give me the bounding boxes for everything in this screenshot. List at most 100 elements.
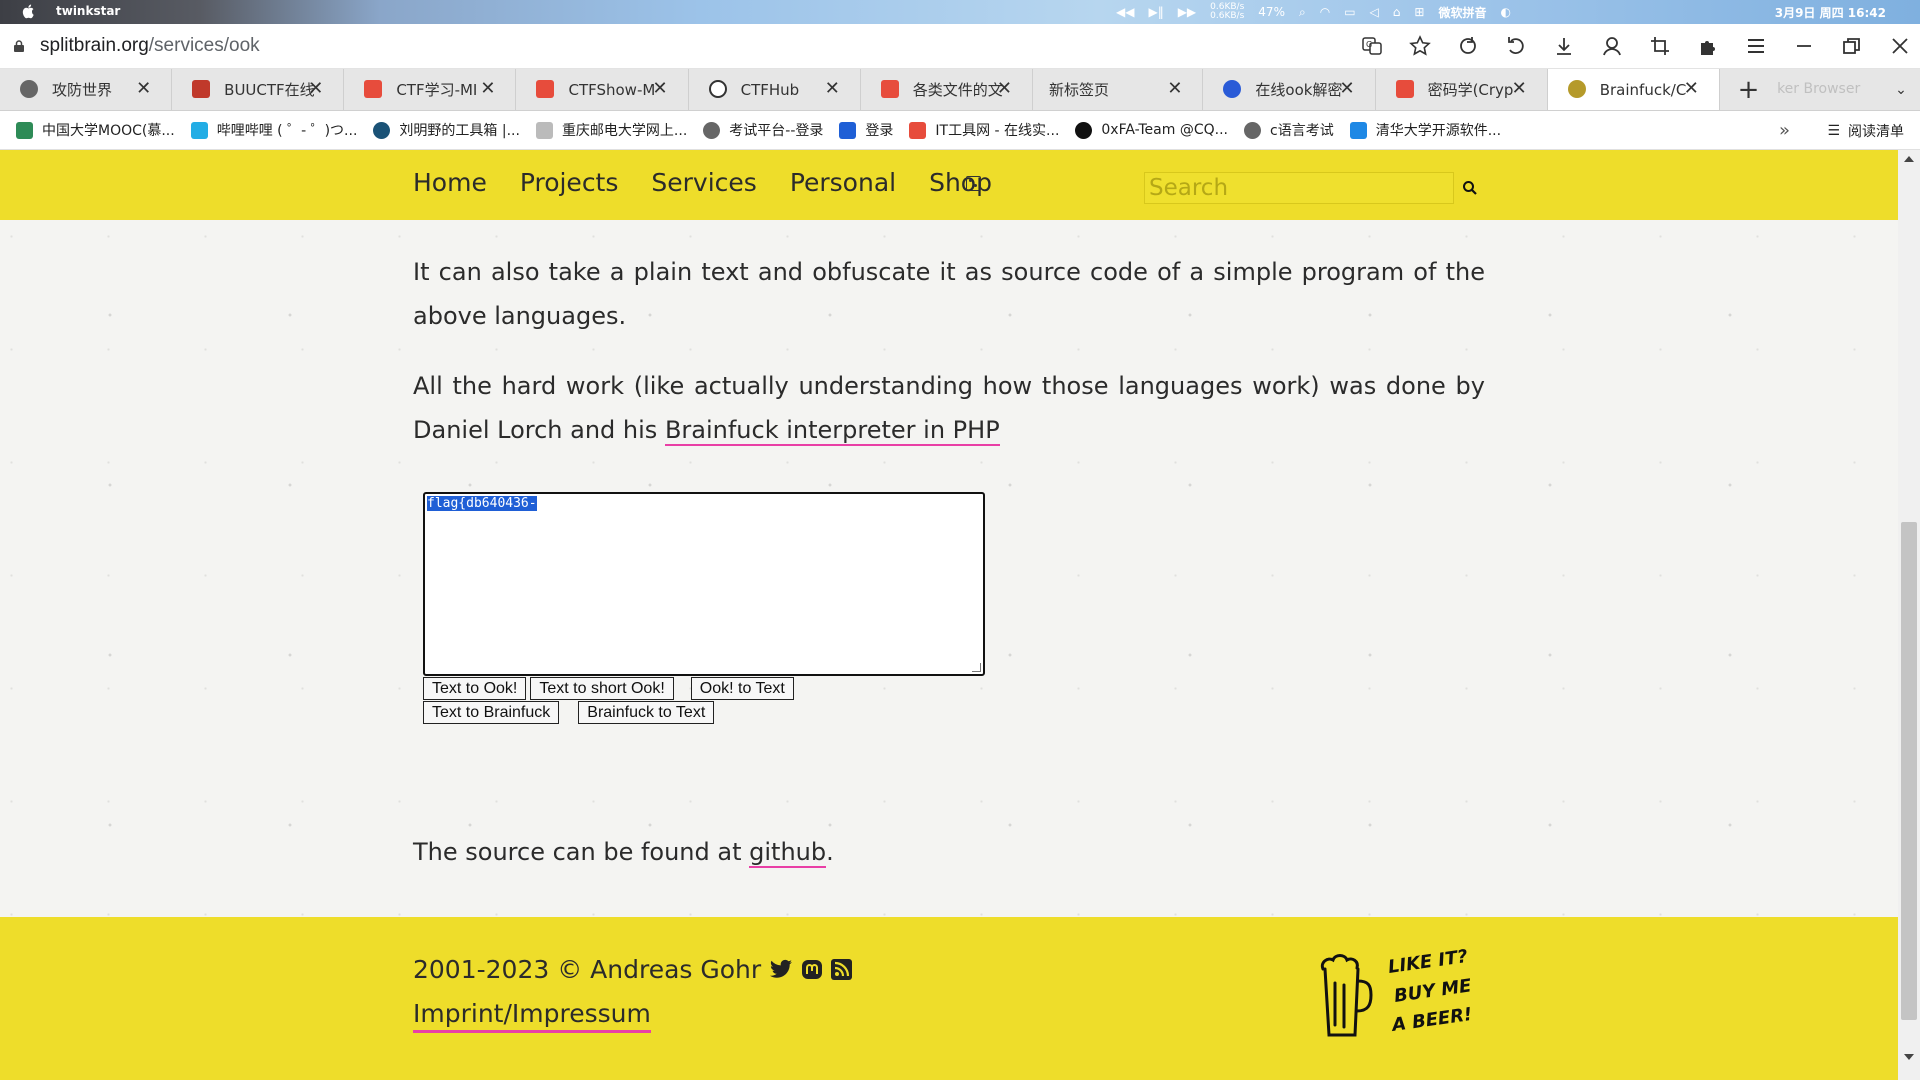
lock-icon[interactable] xyxy=(14,40,24,52)
reading-list-button[interactable]: ☰ 阅读清单 xyxy=(1827,121,1904,141)
browser-tab[interactable]: 新标签页 ✕ xyxy=(1033,69,1204,110)
bookmark-item[interactable]: 哔哩哔哩 ( ゜- ゜)つ... xyxy=(190,120,357,140)
minimize-icon[interactable] xyxy=(1784,24,1824,68)
scroll-down-icon[interactable] xyxy=(1904,1054,1914,1060)
system-tray: ◀◀ ▶‖ ▶▶ 0.6KB/s 0.6KB/s 47% ⌕ ◠ ▭ ◁ ⌂ ⊞ … xyxy=(1116,2,1511,22)
close-tab-icon[interactable]: ✕ xyxy=(1339,78,1354,99)
url-field[interactable]: splitbrain.org/services/ook xyxy=(40,35,260,57)
site-search-input[interactable]: Search xyxy=(1144,172,1454,204)
search-icon[interactable]: ⌕ xyxy=(1299,5,1306,20)
close-tab-icon[interactable]: ✕ xyxy=(653,78,668,99)
browser-tab[interactable]: 攻防世界 ✕ xyxy=(0,69,173,110)
resize-grip-icon[interactable] xyxy=(972,663,981,672)
bookmark-item[interactable]: 刘明野的工具箱 |... xyxy=(373,120,520,140)
new-tab-button[interactable]: + xyxy=(1720,69,1777,110)
beer-text-line1: LIKE IT? xyxy=(1387,947,1469,978)
media-playpause-icon[interactable]: ▶‖ xyxy=(1148,5,1163,19)
text-to-brainfuck-button[interactable]: Text to Brainfuck xyxy=(423,701,560,724)
bookmark-item[interactable]: 登录 xyxy=(839,120,893,140)
textarea-selected-text: flag{db640436- xyxy=(427,496,537,511)
browser-tab[interactable]: CTFShow-M ✕ xyxy=(516,69,689,110)
restore-icon[interactable] xyxy=(1832,24,1872,68)
reload-icon[interactable] xyxy=(1448,24,1488,68)
translate-icon[interactable]: G xyxy=(1352,24,1392,68)
bookmark-item[interactable]: 0xFA-Team @CQ... xyxy=(1075,121,1228,139)
download-icon[interactable] xyxy=(1544,24,1584,68)
battery-percent: 47% xyxy=(1258,5,1285,19)
bookmark-item[interactable]: 中国大学MOOC(慕... xyxy=(16,120,175,140)
brainfuck-interpreter-link[interactable]: Brainfuck interpreter in PHP xyxy=(664,416,1000,446)
close-tab-icon[interactable]: ✕ xyxy=(1512,78,1527,99)
close-tab-icon[interactable]: ✕ xyxy=(1167,78,1182,99)
crop-icon[interactable] xyxy=(1640,24,1680,68)
ook-to-text-button[interactable]: Ook! to Text xyxy=(690,677,794,700)
close-tab-icon[interactable]: ✕ xyxy=(136,78,151,99)
grid-icon[interactable]: ⊞ xyxy=(1414,5,1424,19)
browser-tab[interactable]: BUUCTF在线 ✕ xyxy=(172,69,345,110)
close-tab-icon[interactable]: ✕ xyxy=(480,78,495,99)
favicon-icon xyxy=(536,80,555,98)
close-tab-icon[interactable]: ✕ xyxy=(825,78,840,99)
extensions-icon[interactable] xyxy=(1688,24,1728,68)
bookmark-item[interactable]: IT工具网 - 在线实... xyxy=(909,120,1059,140)
notification-icon[interactable]: ⌂ xyxy=(1393,5,1401,19)
bookmark-favicon-icon xyxy=(190,121,208,139)
nav-shop-link[interactable]: Shop xyxy=(929,168,992,197)
bookmark-star-icon[interactable] xyxy=(1400,24,1440,68)
browser-tab[interactable]: CTF学习-MI ✕ xyxy=(344,69,517,110)
text-to-short-ook-button[interactable]: Text to short Ook! xyxy=(530,677,674,700)
account-icon[interactable] xyxy=(1592,24,1632,68)
browser-tab-active[interactable]: Brainfuck/C ✕ xyxy=(1547,69,1720,110)
bookmark-item[interactable]: 考试平台--登录 xyxy=(703,120,823,140)
nav-home-link[interactable]: Home xyxy=(413,168,487,197)
page-scrollbar[interactable] xyxy=(1898,150,1920,1080)
input-method[interactable]: 微软拼音 xyxy=(1438,4,1486,21)
browser-tab[interactable]: CTFHub ✕ xyxy=(689,69,861,110)
rss-icon[interactable] xyxy=(831,959,853,980)
text-to-ook-button[interactable]: Text to Ook! xyxy=(423,677,527,700)
bookmark-item[interactable]: 清华大学开源软件... xyxy=(1349,120,1501,140)
close-window-icon[interactable] xyxy=(1880,24,1920,68)
browser-tab[interactable]: 在线ook解密 ✕ xyxy=(1203,69,1376,110)
browser-tab[interactable]: 密码学(Cryp ✕ xyxy=(1376,69,1548,110)
brainfuck-to-text-button[interactable]: Brainfuck to Text xyxy=(578,701,715,724)
favicon-icon xyxy=(708,80,727,98)
scroll-up-icon[interactable] xyxy=(1904,156,1914,162)
undo-icon[interactable] xyxy=(1496,24,1536,68)
scrollbar-thumb[interactable] xyxy=(1901,522,1917,1020)
close-tab-icon[interactable]: ✕ xyxy=(308,78,323,99)
bookmark-favicon-icon xyxy=(703,121,721,139)
buy-me-a-beer-button[interactable]: LIKE IT? BUY ME A BEER! xyxy=(1315,947,1490,1042)
beer-mug-icon xyxy=(1320,954,1373,1037)
mute-icon[interactable]: ◁ xyxy=(1370,5,1379,19)
search-button[interactable] xyxy=(1454,172,1486,204)
imprint-link[interactable]: Imprint/Impressum xyxy=(413,998,651,1033)
random-dice-icon[interactable] xyxy=(966,176,981,191)
search-icon xyxy=(1463,181,1477,195)
close-tab-icon[interactable]: ✕ xyxy=(997,78,1012,99)
close-tab-icon[interactable]: ✕ xyxy=(1684,78,1699,99)
favicon-icon xyxy=(880,80,899,98)
apple-icon[interactable] xyxy=(22,3,36,19)
browser-tab[interactable]: 各类文件的文 ✕ xyxy=(861,69,1033,110)
mastodon-icon[interactable] xyxy=(801,959,823,981)
media-prev-icon[interactable]: ◀◀ xyxy=(1116,5,1134,19)
twitter-icon[interactable] xyxy=(769,959,793,981)
toggle-icon[interactable]: ◐ xyxy=(1500,5,1510,19)
menu-icon[interactable] xyxy=(1736,24,1776,68)
nav-services-link[interactable]: Services xyxy=(651,168,756,197)
tab-list-chevron-icon[interactable]: ⌄ xyxy=(1882,69,1920,110)
os-menubar: twinkstar ◀◀ ▶‖ ▶▶ 0.6KB/s 0.6KB/s 47% ⌕ … xyxy=(0,0,1920,24)
display-icon[interactable]: ▭ xyxy=(1344,5,1355,19)
bookmarks-overflow-icon[interactable]: » xyxy=(1779,120,1790,141)
bookmark-favicon-icon xyxy=(1244,121,1261,139)
nav-projects-link[interactable]: Projects xyxy=(520,168,619,197)
github-link[interactable]: github xyxy=(749,838,827,868)
media-next-icon[interactable]: ▶▶ xyxy=(1178,5,1196,19)
ook-textarea[interactable]: flag{db640436- xyxy=(423,492,985,676)
network-speed: 0.6KB/s 0.6KB/s xyxy=(1210,2,1245,21)
bookmark-item[interactable]: 重庆邮电大学网上... xyxy=(535,120,687,140)
bookmark-item[interactable]: c语言考试 xyxy=(1244,120,1334,140)
wifi-icon[interactable]: ◠ xyxy=(1320,5,1330,19)
nav-personal-link[interactable]: Personal xyxy=(790,168,896,197)
